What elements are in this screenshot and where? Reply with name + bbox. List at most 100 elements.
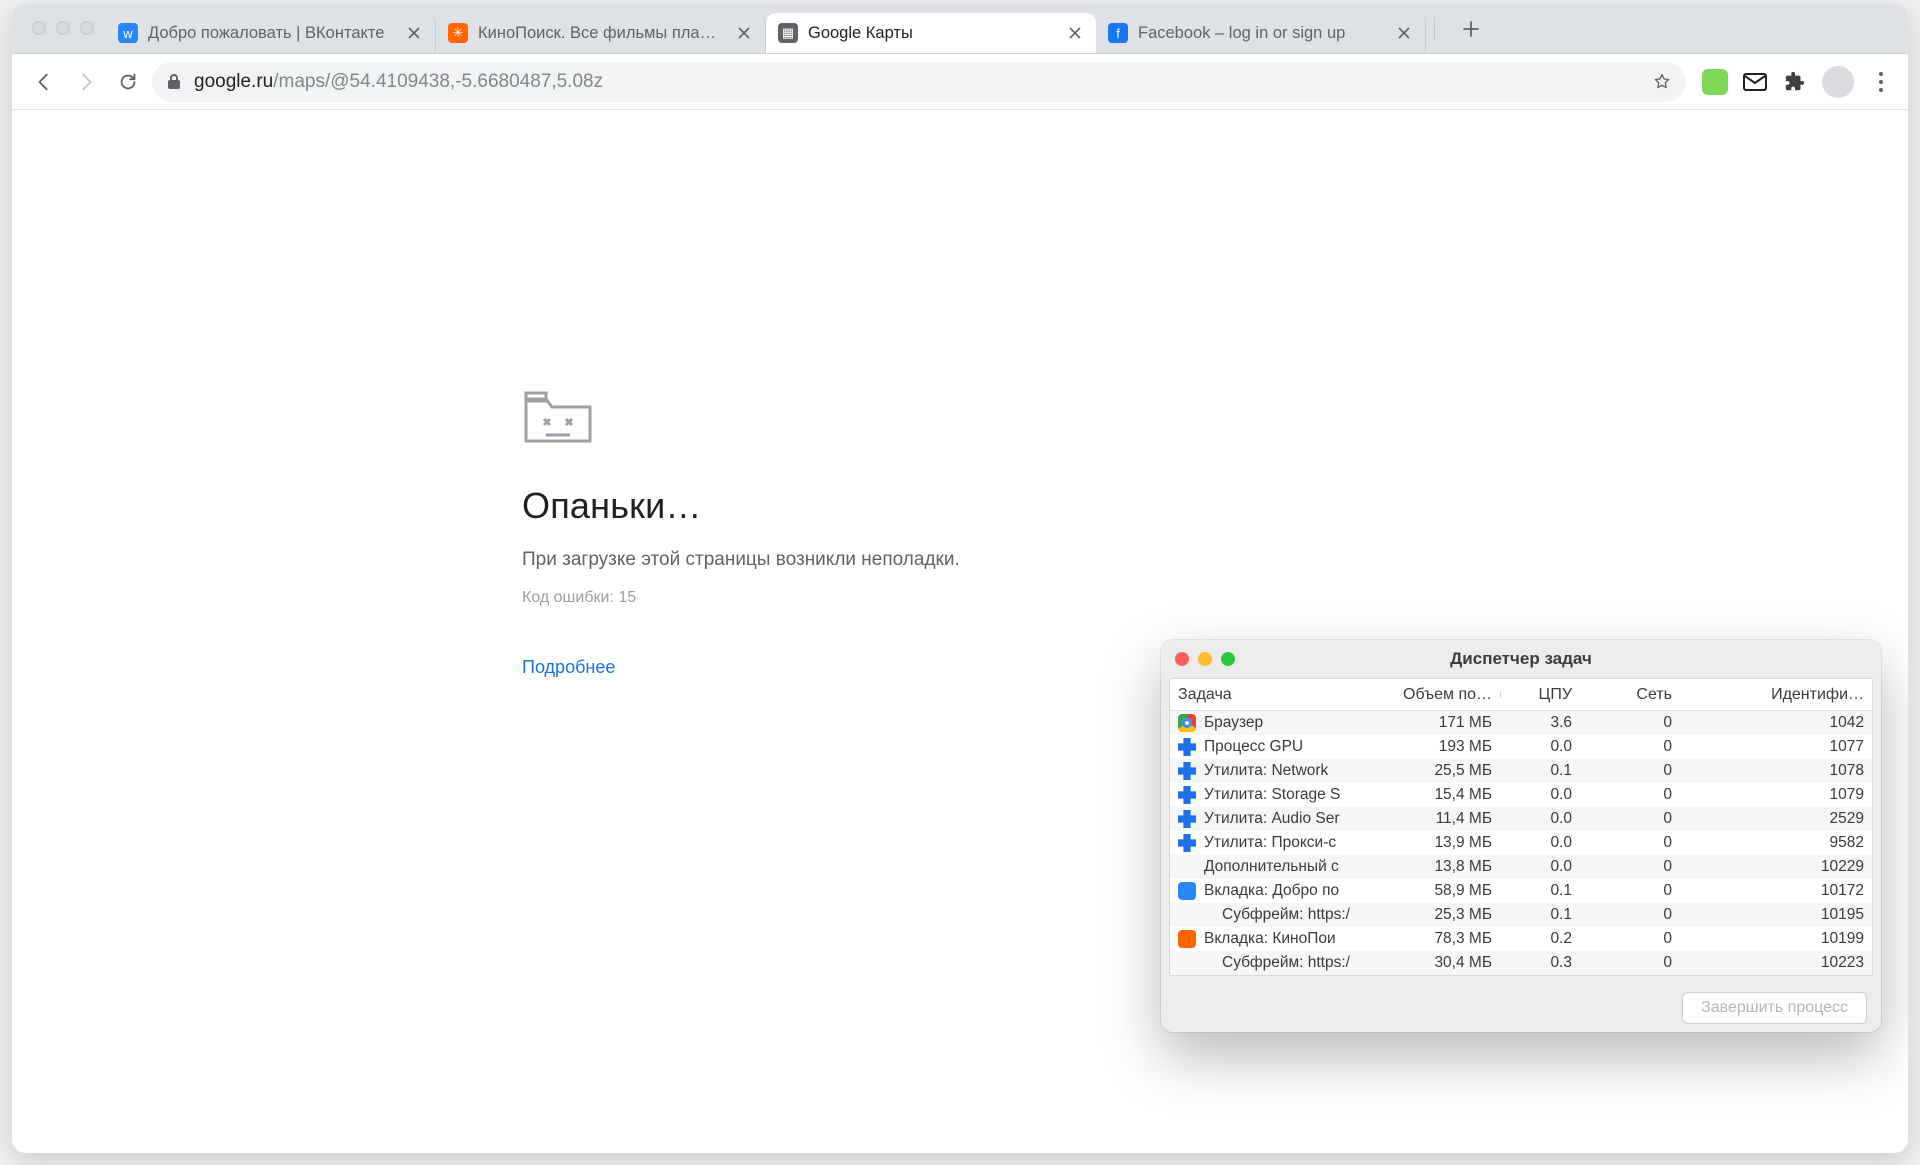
- bookmark-star-icon[interactable]: [1652, 72, 1672, 92]
- traffic-zoom-icon[interactable]: [80, 21, 94, 35]
- browser-window: w Добро пожаловать | ВКонтакте ✳ КиноПои…: [12, 4, 1908, 1153]
- vk-icon: [1178, 882, 1196, 900]
- traffic-close-icon[interactable]: [32, 21, 46, 35]
- col-header-cpu[interactable]: ЦПУ: [1500, 686, 1580, 704]
- window-traffic-lights: [24, 4, 106, 53]
- omnibox[interactable]: google.ru/maps/@54.4109438,-5.6680487,5.…: [152, 62, 1686, 102]
- close-window-icon[interactable]: [1175, 652, 1189, 666]
- traffic-minimize-icon[interactable]: [56, 21, 70, 35]
- cell-id: 10195: [1680, 906, 1872, 924]
- error-title: Опаньки…: [522, 485, 1162, 527]
- col-header-id[interactable]: Идентифи…: [1680, 686, 1872, 704]
- reload-button[interactable]: [110, 64, 146, 100]
- cell-net: 0: [1580, 714, 1680, 732]
- task-name: Субфрейм: https:/: [1222, 906, 1350, 924]
- tab-kinopoisk[interactable]: ✳ КиноПоиск. Все фильмы планеты: [436, 13, 766, 53]
- cell-cpu: 0.0: [1500, 786, 1580, 804]
- task-manager-title: Диспетчер задач: [1450, 649, 1592, 669]
- cell-task: Вкладка: КиноПои: [1170, 930, 1390, 948]
- table-row[interactable]: Утилита: Storage S15,4 МБ0.001079: [1170, 783, 1872, 807]
- table-row[interactable]: Процесс GPU193 МБ0.001077: [1170, 735, 1872, 759]
- cell-id: 1077: [1680, 738, 1872, 756]
- cell-mem: 30,4 МБ: [1390, 954, 1500, 972]
- extension-1-icon[interactable]: [1702, 69, 1728, 95]
- zoom-window-icon[interactable]: [1221, 652, 1235, 666]
- close-tab-icon[interactable]: [1395, 24, 1413, 42]
- cell-cpu: 0.0: [1500, 834, 1580, 852]
- close-tab-icon[interactable]: [405, 24, 423, 42]
- task-manager-titlebar[interactable]: Диспетчер задач: [1161, 640, 1881, 678]
- table-row[interactable]: Утилита: Audio Ser11,4 МБ0.002529: [1170, 807, 1872, 831]
- cell-cpu: 0.2: [1500, 930, 1580, 948]
- cell-task: Утилита: Прокси-с: [1170, 834, 1390, 852]
- facebook-favicon-icon: f: [1108, 23, 1128, 43]
- end-process-button[interactable]: Завершить процесс: [1682, 992, 1867, 1024]
- table-header-row[interactable]: Задача Объем по… ЦПУ Сеть Идентифи…: [1170, 679, 1872, 711]
- cell-cpu: 0.3: [1500, 954, 1580, 972]
- tab-facebook[interactable]: f Facebook – log in or sign up: [1096, 13, 1426, 53]
- close-tab-icon[interactable]: [1066, 24, 1084, 42]
- table-row[interactable]: Утилита: Прокси-с13,9 МБ0.009582: [1170, 831, 1872, 855]
- cell-task: Субфрейм: https:/: [1170, 954, 1390, 972]
- cell-mem: 13,9 МБ: [1390, 834, 1500, 852]
- cell-net: 0: [1580, 954, 1680, 972]
- tab-vk[interactable]: w Добро пожаловать | ВКонтакте: [106, 13, 436, 53]
- cell-task: Утилита: Network: [1170, 762, 1390, 780]
- cell-net: 0: [1580, 786, 1680, 804]
- cell-id: 10223: [1680, 954, 1872, 972]
- cell-net: 0: [1580, 762, 1680, 780]
- table-row[interactable]: Утилита: Network25,5 МБ0.101078: [1170, 759, 1872, 783]
- minimize-window-icon[interactable]: [1198, 652, 1212, 666]
- table-body: Браузер171 МБ3.601042Процесс GPU193 МБ0.…: [1170, 711, 1872, 975]
- profile-avatar[interactable]: [1822, 66, 1854, 98]
- extensions-puzzle-icon[interactable]: [1782, 69, 1808, 95]
- col-header-task[interactable]: Задача: [1170, 686, 1390, 704]
- col-header-network[interactable]: Сеть: [1580, 686, 1680, 704]
- cell-id: 9582: [1680, 834, 1872, 852]
- cell-cpu: 0.1: [1500, 906, 1580, 924]
- tab-google-maps[interactable]: ▦ Google Карты: [766, 13, 1096, 53]
- table-row[interactable]: Браузер171 МБ3.601042: [1170, 711, 1872, 735]
- tab-title: Добро пожаловать | ВКонтакте: [148, 24, 395, 43]
- cell-net: 0: [1580, 810, 1680, 828]
- ext-icon: [1178, 810, 1196, 828]
- cell-mem: 171 МБ: [1390, 714, 1500, 732]
- tabs: w Добро пожаловать | ВКонтакте ✳ КиноПои…: [106, 4, 1489, 53]
- kinopoisk-favicon-icon: ✳: [448, 23, 468, 43]
- new-tab-button[interactable]: [1453, 11, 1489, 47]
- cell-mem: 193 МБ: [1390, 738, 1500, 756]
- table-row[interactable]: Субфрейм: https:/30,4 МБ0.3010223: [1170, 951, 1872, 975]
- cell-mem: 25,3 МБ: [1390, 906, 1500, 924]
- back-button[interactable]: [26, 64, 62, 100]
- cell-task: Вкладка: Добро по: [1170, 882, 1390, 900]
- tab-title: Facebook – log in or sign up: [1138, 24, 1385, 43]
- cell-mem: 11,4 МБ: [1390, 810, 1500, 828]
- cell-cpu: 0.1: [1500, 882, 1580, 900]
- url-text: google.ru/maps/@54.4109438,-5.6680487,5.…: [194, 71, 1640, 93]
- chrome-menu-button[interactable]: [1868, 71, 1894, 93]
- table-row[interactable]: Субфрейм: https:/ 25,3 МБ0.1010195: [1170, 903, 1872, 927]
- cell-net: 0: [1580, 906, 1680, 924]
- forward-button[interactable]: [68, 64, 104, 100]
- table-row[interactable]: Дополнительный с13,8 МБ0.0010229: [1170, 855, 1872, 879]
- error-learn-more-link[interactable]: Подробнее: [522, 657, 1162, 678]
- task-manager-window: Диспетчер задач Задача Объем по… ЦПУ Сет…: [1161, 640, 1881, 1032]
- cell-task: Субфрейм: https:/: [1170, 906, 1390, 924]
- task-name: Утилита: Прокси-с: [1204, 834, 1336, 852]
- col-header-memory[interactable]: Объем по…: [1390, 686, 1500, 704]
- table-row[interactable]: Вкладка: КиноПои78,3 МБ0.2010199: [1170, 927, 1872, 951]
- task-manager-traffic-lights: [1175, 652, 1235, 666]
- sad-folder-icon: [522, 385, 594, 445]
- table-row[interactable]: Вкладка: Добро по58,9 МБ0.1010172: [1170, 879, 1872, 903]
- task-name: Вкладка: Добро по: [1204, 882, 1339, 900]
- extension-mail-icon[interactable]: [1742, 69, 1768, 95]
- lock-icon[interactable]: [166, 73, 182, 91]
- cell-cpu: 3.6: [1500, 714, 1580, 732]
- close-tab-icon[interactable]: [735, 24, 753, 42]
- cell-mem: 15,4 МБ: [1390, 786, 1500, 804]
- task-name: Дополнительный с: [1204, 858, 1339, 876]
- cell-id: 10229: [1680, 858, 1872, 876]
- tab-title: Google Карты: [808, 24, 1056, 43]
- toolbar-right: [1692, 66, 1894, 98]
- task-name: Утилита: Storage S: [1204, 786, 1340, 804]
